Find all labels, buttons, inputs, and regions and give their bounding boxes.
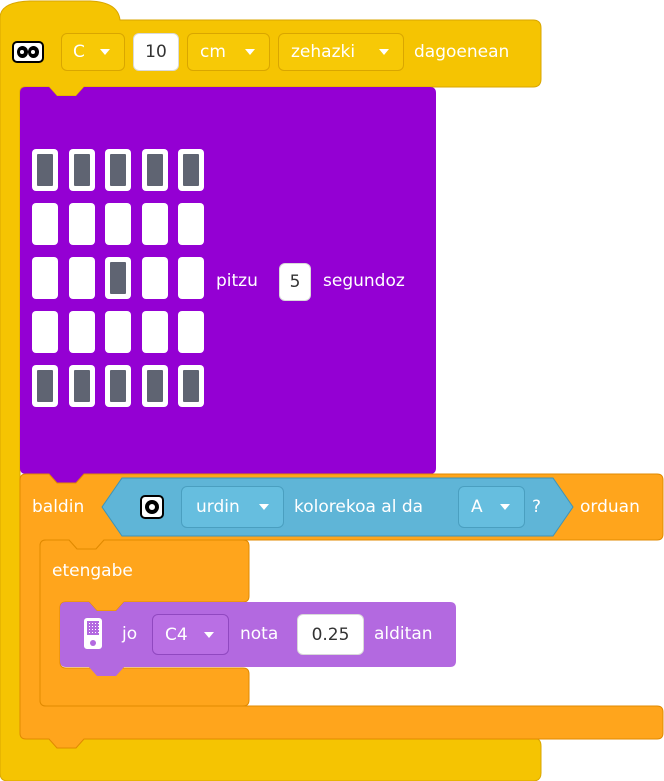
note-label: nota: [240, 624, 279, 644]
port-value: C: [73, 42, 85, 62]
light-action-label: pitzu: [216, 271, 258, 291]
then-label: orduan: [580, 497, 640, 517]
question-mark-label: ?: [532, 497, 542, 517]
led-pixel[interactable]: [178, 149, 204, 191]
light-matrix-block[interactable]: pitzu 5 segundoz: [20, 87, 436, 474]
led-pixel[interactable]: [105, 149, 131, 191]
chevron-down-icon: [379, 49, 389, 55]
chevron-down-icon: [204, 631, 214, 638]
light-duration-input[interactable]: 5: [279, 263, 311, 301]
light-matrix-grid[interactable]: [20, 87, 220, 474]
note-value: C4: [165, 624, 188, 645]
hat-suffix-label: dagoenean: [414, 42, 510, 62]
distance-sensor-icon: [12, 41, 44, 63]
led-pixel[interactable]: [142, 365, 168, 407]
color-sensor-icon: [140, 495, 164, 519]
chevron-down-icon: [100, 49, 110, 55]
led-pixel[interactable]: [32, 149, 58, 191]
color-option-value: urdin: [196, 497, 240, 517]
times-label: alditan: [374, 624, 433, 644]
led-pixel[interactable]: [69, 149, 95, 191]
led-pixel[interactable]: [69, 257, 95, 299]
color-port-value: A: [471, 497, 483, 517]
chevron-down-icon: [500, 504, 510, 510]
hat-block[interactable]: C 10 cm zehazki dagoenean: [0, 20, 541, 87]
unit-value: cm: [200, 42, 226, 62]
led-pixel[interactable]: [105, 311, 131, 353]
forever-block[interactable]: etengabe: [40, 540, 249, 602]
sound-duration-input[interactable]: 0.25: [297, 614, 364, 655]
color-question-label: kolorekoa al da: [294, 497, 424, 517]
distance-input[interactable]: 10: [133, 33, 179, 71]
port-dropdown[interactable]: C: [61, 33, 125, 71]
unit-dropdown[interactable]: cm: [187, 33, 270, 71]
led-pixel[interactable]: [32, 257, 58, 299]
led-pixel[interactable]: [178, 203, 204, 245]
color-option-dropdown[interactable]: urdin: [181, 486, 284, 528]
led-pixel[interactable]: [105, 203, 131, 245]
led-pixel[interactable]: [105, 365, 131, 407]
forever-label: etengabe: [52, 561, 133, 581]
led-pixel[interactable]: [69, 311, 95, 353]
led-pixel[interactable]: [178, 311, 204, 353]
led-pixel[interactable]: [32, 365, 58, 407]
comparison-dropdown[interactable]: zehazki: [278, 33, 404, 71]
led-pixel[interactable]: [69, 365, 95, 407]
led-pixel[interactable]: [32, 203, 58, 245]
chevron-down-icon: [245, 49, 255, 55]
hub-speaker-icon: [84, 618, 102, 649]
led-pixel[interactable]: [178, 257, 204, 299]
note-dropdown[interactable]: C4: [152, 614, 229, 655]
led-pixel[interactable]: [69, 203, 95, 245]
led-pixel[interactable]: [142, 257, 168, 299]
led-pixel[interactable]: [142, 311, 168, 353]
light-unit-label: segundoz: [323, 271, 405, 291]
if-label: baldin: [32, 497, 85, 517]
led-pixel[interactable]: [178, 365, 204, 407]
led-pixel[interactable]: [32, 311, 58, 353]
led-pixel[interactable]: [142, 149, 168, 191]
color-port-dropdown[interactable]: A: [458, 486, 525, 528]
color-condition[interactable]: urdin kolorekoa al da A ?: [102, 478, 573, 536]
chevron-down-icon: [259, 504, 269, 510]
play-label: jo: [122, 624, 138, 644]
led-pixel[interactable]: [105, 257, 131, 299]
comparison-value: zehazki: [291, 42, 356, 62]
sound-block[interactable]: jo C4 nota 0.25 alditan: [60, 602, 456, 667]
led-pixel[interactable]: [142, 203, 168, 245]
